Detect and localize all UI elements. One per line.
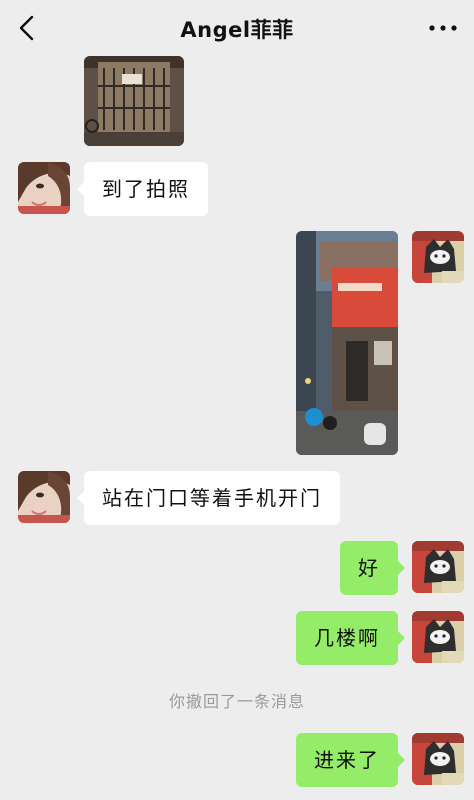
- my-avatar-image: [412, 733, 464, 785]
- street-storefront-photo: [296, 231, 398, 455]
- outgoing-photo-message[interactable]: [296, 231, 398, 455]
- contact-avatar[interactable]: [18, 471, 70, 523]
- outgoing-text-message[interactable]: 进来了: [296, 733, 405, 787]
- my-avatar[interactable]: [412, 611, 464, 663]
- incoming-text-message[interactable]: 到了拍照: [77, 162, 208, 216]
- building-gate-photo: [84, 56, 184, 146]
- chat-header: Angel菲菲: [0, 0, 474, 56]
- outgoing-text-message[interactable]: 好: [340, 541, 405, 595]
- my-avatar-image: [412, 611, 464, 663]
- more-dots-icon: [429, 25, 457, 31]
- my-avatar-image: [412, 541, 464, 593]
- contact-avatar-image: [18, 162, 70, 214]
- incoming-photo-message[interactable]: [84, 56, 184, 146]
- incoming-text-message[interactable]: 站在门口等着手机开门: [77, 471, 340, 525]
- contact-avatar[interactable]: [18, 162, 70, 214]
- more-button[interactable]: [426, 14, 460, 42]
- my-avatar[interactable]: [412, 541, 464, 593]
- recall-notice: 你撤回了一条消息: [168, 692, 305, 711]
- my-avatar[interactable]: [412, 733, 464, 785]
- outgoing-text-message[interactable]: 几楼啊: [296, 611, 405, 665]
- contact-avatar-image: [18, 471, 70, 523]
- chat-title: Angel菲菲: [180, 18, 294, 42]
- my-avatar[interactable]: [412, 231, 464, 283]
- my-avatar-image: [412, 231, 464, 283]
